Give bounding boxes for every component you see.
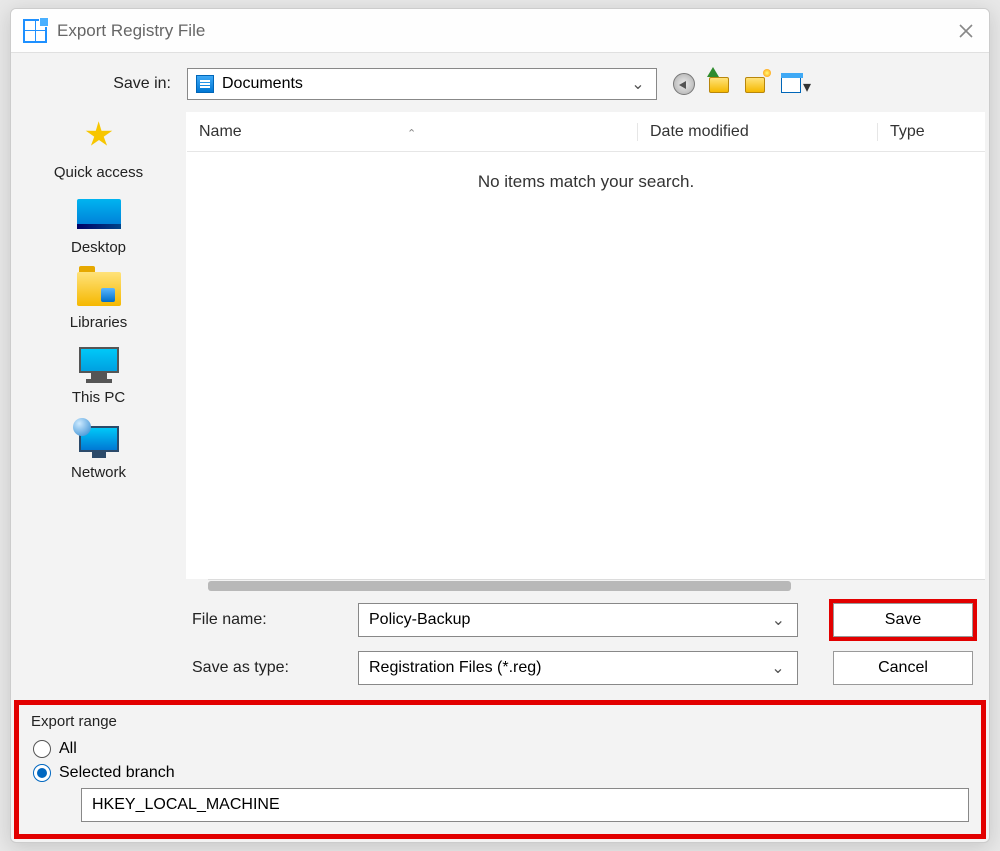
- column-header-name[interactable]: Name ⌃: [187, 123, 637, 141]
- horizontal-scrollbar[interactable]: [208, 579, 985, 591]
- sidebar-item-label: Network: [71, 464, 126, 481]
- file-list[interactable]: Name ⌃ Date modified Type No items match…: [186, 112, 985, 579]
- monitor-icon: [79, 347, 119, 373]
- close-button[interactable]: [943, 9, 989, 53]
- empty-list-message: No items match your search.: [187, 152, 985, 212]
- column-header-date-modified[interactable]: Date modified: [637, 123, 877, 141]
- nav-toolbar: ▾: [673, 71, 813, 97]
- save-in-label: Save in:: [31, 75, 171, 93]
- export-registry-dialog: Export Registry File Save in: Documents …: [10, 8, 990, 843]
- cancel-button[interactable]: Cancel: [833, 651, 973, 685]
- up-one-level-button[interactable]: [709, 73, 731, 95]
- radio-all[interactable]: All: [33, 740, 969, 758]
- titlebar: Export Registry File: [11, 9, 989, 53]
- selected-branch-input[interactable]: [92, 796, 958, 814]
- radio-icon: [33, 764, 51, 782]
- libraries-icon: [77, 272, 121, 306]
- file-name-input[interactable]: [369, 611, 770, 629]
- desktop-icon: [77, 199, 121, 229]
- export-range-group: Export range All Selected branch: [19, 705, 981, 834]
- content-pane: Name ⌃ Date modified Type No items match…: [186, 112, 989, 699]
- file-name-label: File name:: [186, 611, 346, 629]
- regedit-icon: [23, 19, 47, 43]
- save-as-type-label: Save as type:: [186, 659, 346, 677]
- column-headers: Name ⌃ Date modified Type: [187, 112, 985, 152]
- radio-selected-branch[interactable]: Selected branch: [33, 764, 969, 782]
- file-name-combobox[interactable]: ⌄: [358, 603, 798, 637]
- sidebar-item-label: Quick access: [54, 164, 143, 181]
- radio-all-label: All: [59, 740, 77, 758]
- sort-indicator-icon: ⌃: [407, 127, 416, 140]
- save-in-value: Documents: [222, 75, 303, 93]
- sidebar-item-label: Libraries: [70, 314, 128, 331]
- sidebar-item-this-pc[interactable]: This PC: [11, 345, 186, 406]
- save-in-row: Save in: Documents ⌄ ▾: [11, 53, 989, 112]
- column-header-type[interactable]: Type: [877, 123, 985, 141]
- close-icon: [959, 24, 973, 38]
- sidebar-item-libraries[interactable]: Libraries: [11, 270, 186, 331]
- sidebar-item-desktop[interactable]: Desktop: [11, 195, 186, 256]
- radio-icon: [33, 740, 51, 758]
- view-menu-button[interactable]: ▾: [781, 71, 813, 97]
- chevron-down-icon[interactable]: ⌄: [769, 658, 787, 678]
- star-icon: [85, 123, 111, 145]
- sidebar-item-label: Desktop: [71, 239, 126, 256]
- sidebar-item-network[interactable]: Network: [11, 420, 186, 481]
- places-bar: Quick access Desktop Libraries This PC N…: [11, 112, 186, 699]
- chevron-down-icon: ⌄: [628, 74, 648, 94]
- back-button[interactable]: [673, 73, 695, 95]
- network-icon: [79, 426, 119, 452]
- sidebar-item-label: This PC: [72, 389, 125, 406]
- new-folder-button[interactable]: [745, 73, 767, 95]
- main-area: Quick access Desktop Libraries This PC N…: [11, 112, 989, 699]
- caret-down-icon: ▾: [803, 77, 813, 97]
- sidebar-item-quick-access[interactable]: Quick access: [11, 120, 186, 181]
- radio-selected-branch-label: Selected branch: [59, 764, 175, 782]
- save-in-dropdown[interactable]: Documents ⌄: [187, 68, 657, 100]
- save-as-type-value: Registration Files (*.reg): [369, 659, 542, 677]
- dialog-title: Export Registry File: [57, 21, 205, 41]
- selected-branch-input-wrapper[interactable]: [81, 788, 969, 822]
- form-section: File name: ⌄ Save Save as type: Registra…: [186, 593, 985, 699]
- save-as-type-dropdown[interactable]: Registration Files (*.reg) ⌄: [358, 651, 798, 685]
- documents-icon: [196, 75, 214, 93]
- save-button[interactable]: Save: [833, 603, 973, 637]
- export-range-legend: Export range: [31, 713, 969, 730]
- chevron-down-icon[interactable]: ⌄: [770, 610, 787, 630]
